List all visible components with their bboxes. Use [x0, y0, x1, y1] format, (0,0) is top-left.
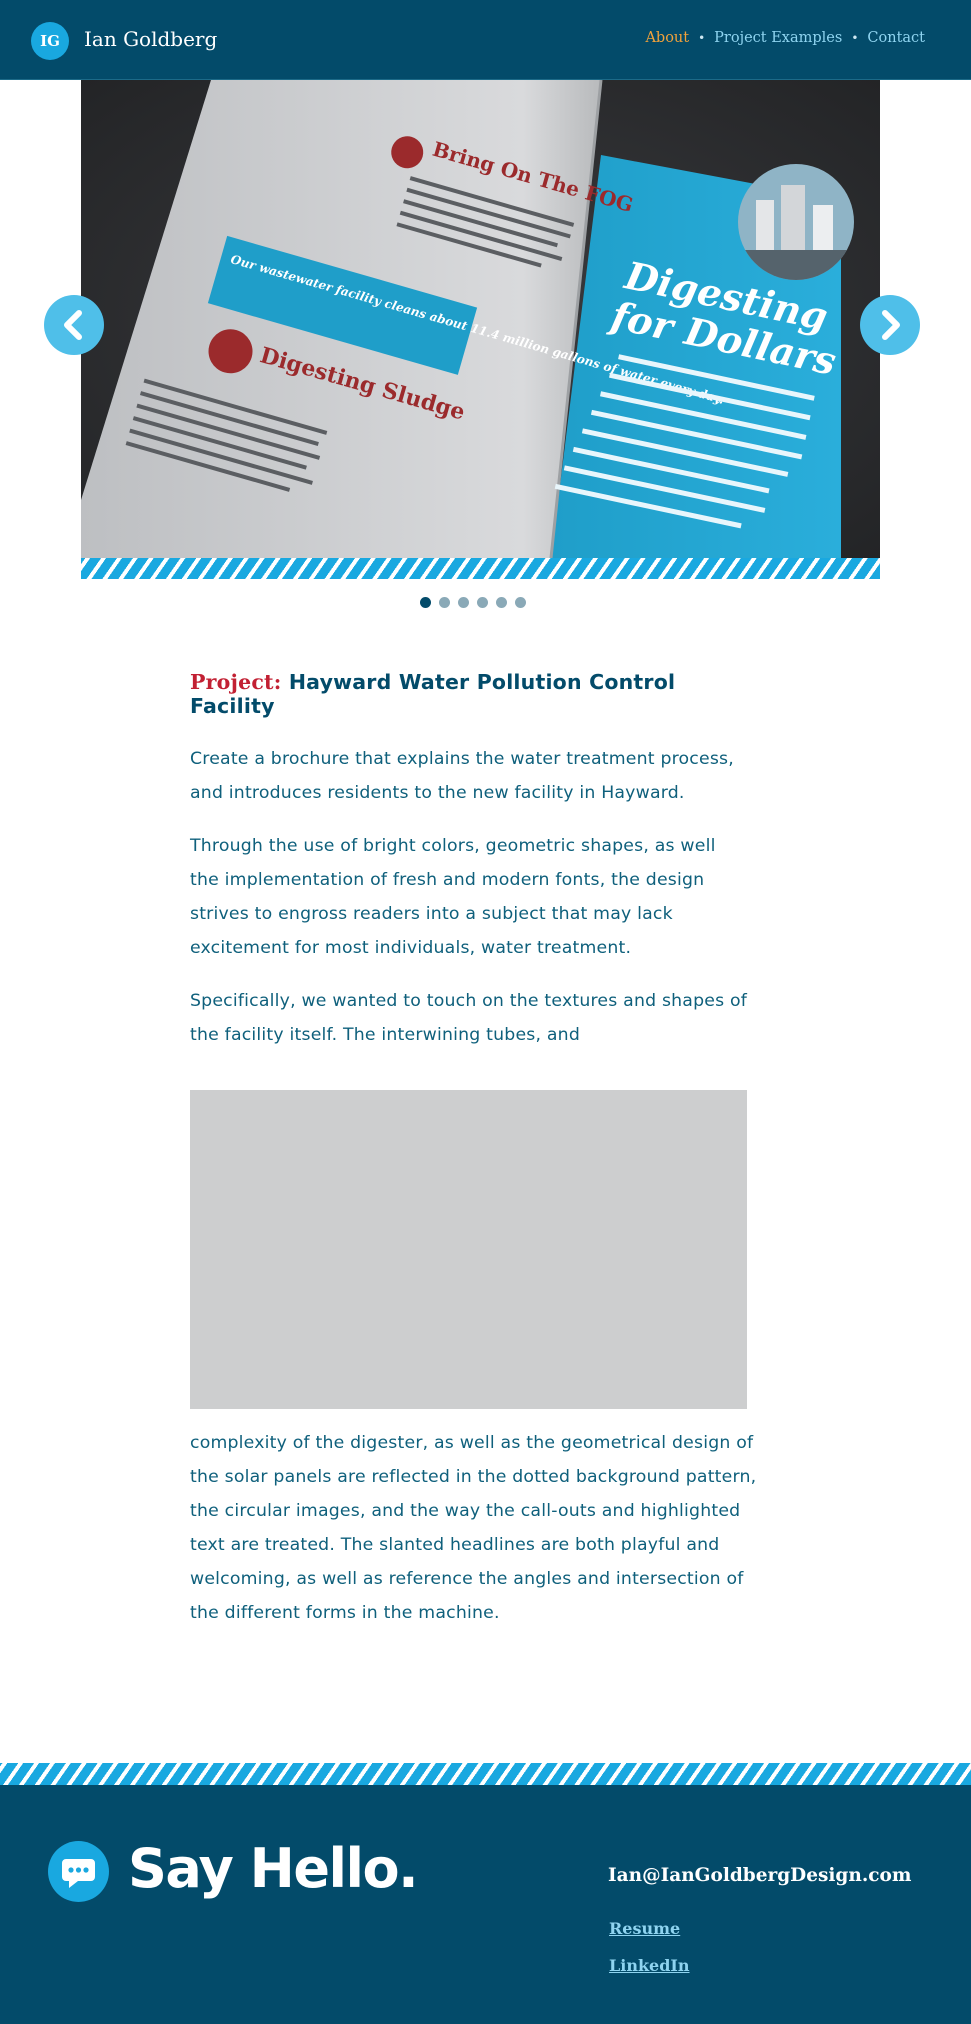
project-paragraph-2: Through the use of bright colors, geomet…	[190, 836, 716, 958]
linkedin-link[interactable]: LinkedIn	[609, 1956, 690, 1975]
slider-dot-2[interactable]	[439, 597, 450, 608]
project-title: Project: Hayward Water Pollution Control…	[190, 670, 750, 718]
slider-pagination	[420, 597, 526, 608]
project-paragraph-3: Specifically, we wanted to touch on the …	[190, 991, 748, 1045]
slider-dot-6[interactable]	[515, 597, 526, 608]
slide-stripe-border	[81, 558, 880, 579]
brochure-photo: Bring On The FOG Our wastewater facility…	[81, 80, 880, 558]
project-article: Project: Hayward Water Pollution Control…	[190, 670, 750, 1052]
slider-dot-1[interactable]	[420, 597, 431, 608]
chevron-right-icon	[882, 310, 900, 340]
slider-dot-5[interactable]	[496, 597, 507, 608]
slider-next-button[interactable]	[860, 295, 920, 355]
slider-dot-3[interactable]	[458, 597, 469, 608]
main-nav: About • Project Examples • Contact	[645, 30, 925, 46]
project-label: Project:	[190, 670, 282, 694]
footer-email[interactable]: Ian@IanGoldbergDesign.com	[608, 1865, 911, 1886]
site-footer: Say Hello. Ian@IanGoldbergDesign.com Res…	[0, 1785, 971, 2024]
footer-heading: Say Hello.	[128, 1837, 419, 1900]
nav-separator: •	[851, 31, 859, 45]
slider-prev-button[interactable]	[44, 295, 104, 355]
resume-link[interactable]: Resume	[609, 1919, 680, 1938]
brand-name[interactable]: Ian Goldberg	[84, 27, 217, 51]
nav-project-examples[interactable]: Project Examples	[714, 30, 842, 46]
nav-contact[interactable]: Contact	[867, 30, 925, 46]
slider-dot-4[interactable]	[477, 597, 488, 608]
chevron-left-icon	[64, 310, 82, 340]
nav-about[interactable]: About	[645, 30, 689, 46]
image-placeholder	[190, 1090, 747, 1409]
footer-stripe-border	[0, 1763, 971, 1785]
logo-badge[interactable]: IG	[31, 22, 69, 60]
logo-initials: IG	[40, 32, 60, 50]
site-header: IG Ian Goldberg About • Project Examples…	[0, 0, 971, 80]
nav-separator: •	[698, 31, 706, 45]
project-paragraph-1: Create a brochure that explains the wate…	[190, 749, 734, 803]
slide-image-brochure: Bring On The FOG Our wastewater facility…	[81, 80, 880, 558]
chat-bubble-icon	[48, 1841, 109, 1902]
project-paragraph-4: complexity of the digester, as well as t…	[190, 1433, 757, 1623]
